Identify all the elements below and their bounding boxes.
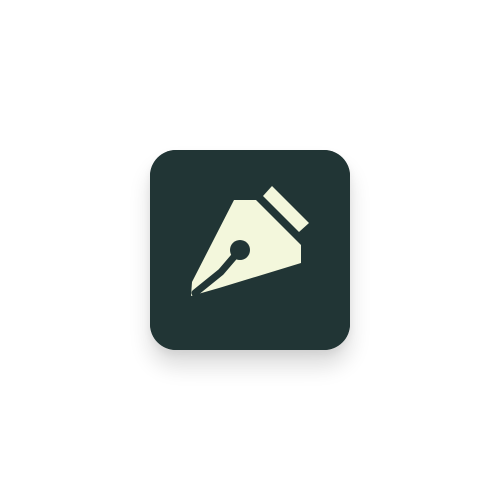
canvas [0, 0, 500, 500]
app-icon[interactable] [150, 150, 350, 350]
fountain-pen-nib-icon [150, 150, 350, 350]
